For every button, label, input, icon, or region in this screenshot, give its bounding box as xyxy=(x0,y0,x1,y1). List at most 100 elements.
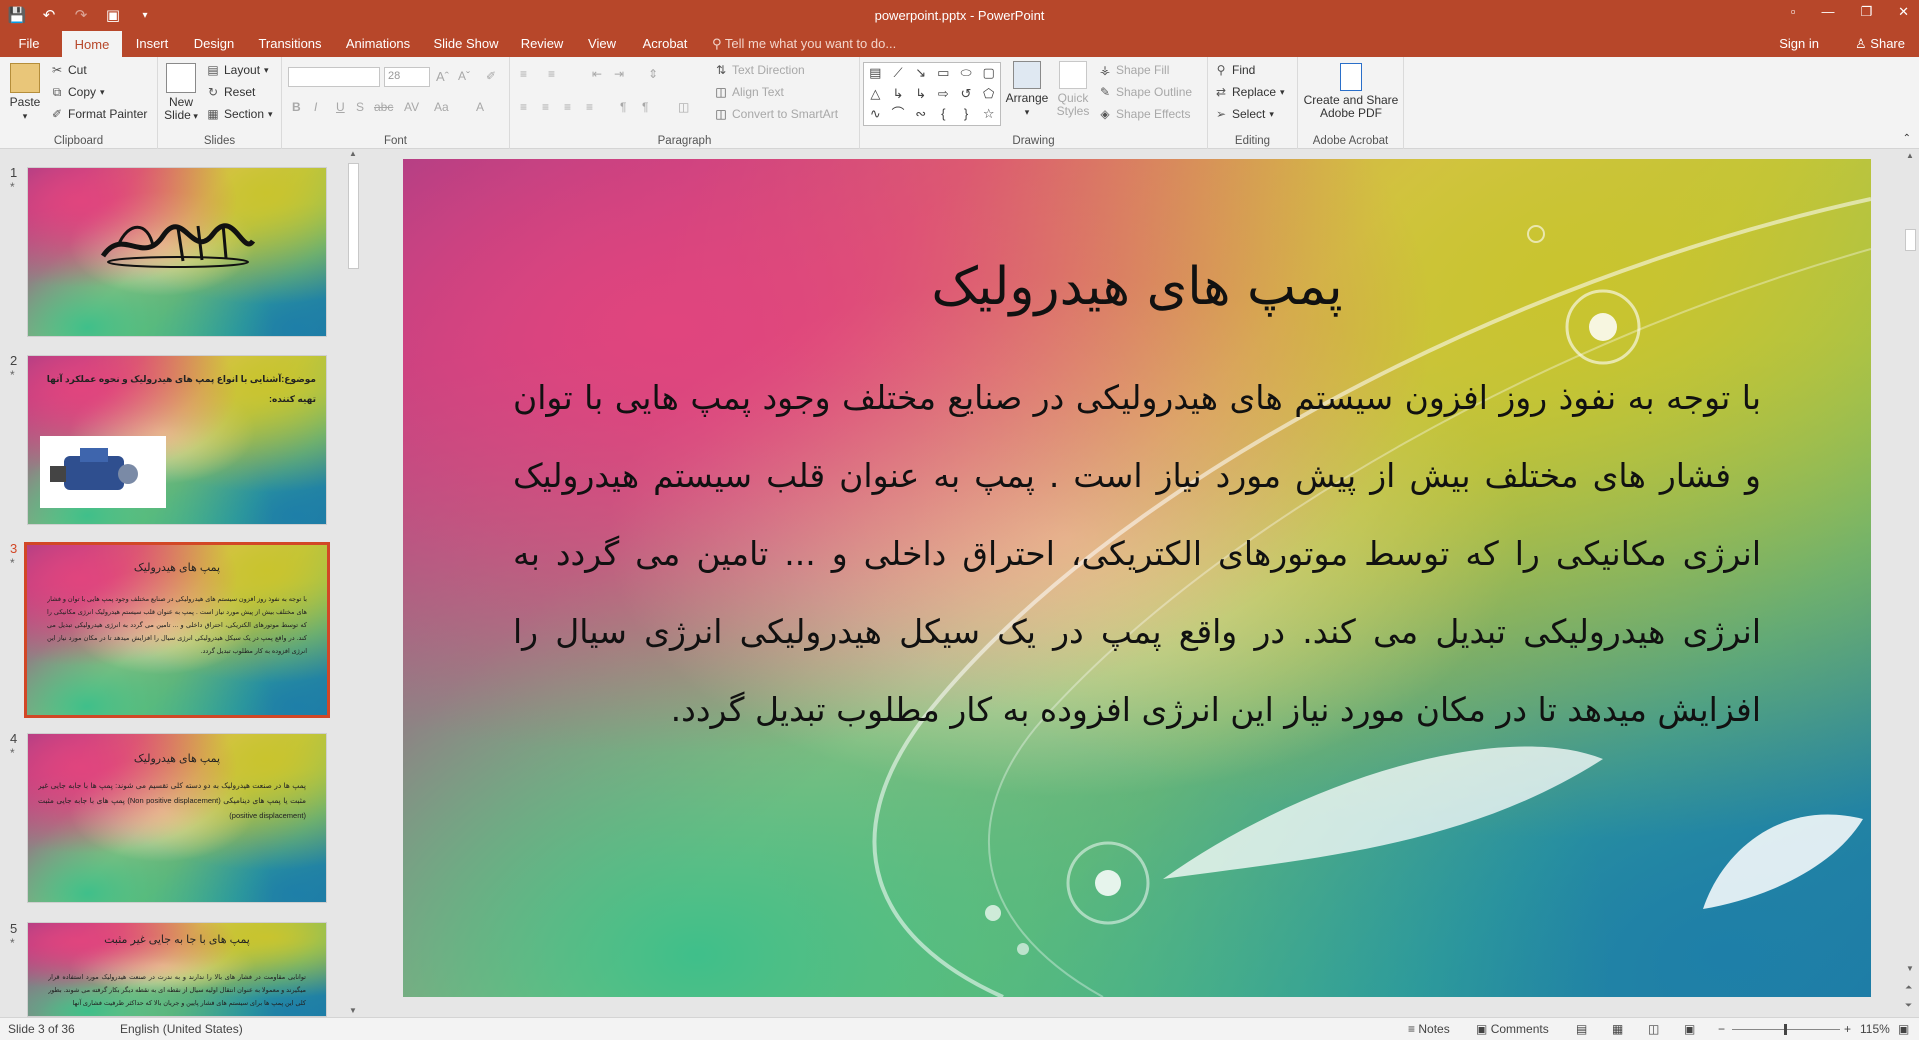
underline-icon[interactable]: U xyxy=(336,100,345,114)
elbow-arrow-shape-icon[interactable]: ↳ xyxy=(909,84,932,105)
bent-arrow-shape-icon[interactable]: ↺ xyxy=(955,84,978,105)
wave-shape-icon[interactable]: ∾ xyxy=(909,104,932,125)
block-arrow-shape-icon[interactable]: ⇨ xyxy=(932,84,955,105)
layout-button[interactable]: ▤ Layout ▾ xyxy=(206,63,268,77)
zoom-slider[interactable] xyxy=(1732,1024,1840,1035)
thumbnail-scrollbar[interactable]: ▲ ▼ xyxy=(346,149,361,1017)
italic-icon[interactable]: I xyxy=(314,100,317,114)
previous-slide-icon[interactable]: ⏶ xyxy=(1905,982,1912,993)
comments-button[interactable]: ▣ Comments xyxy=(1476,1022,1549,1036)
line-spacing-icon[interactable]: ⇕ xyxy=(648,67,658,81)
align-center-icon[interactable]: ≡ xyxy=(542,100,549,114)
font-size-combo[interactable]: 28 xyxy=(384,67,430,87)
zoom-slider-thumb[interactable] xyxy=(1784,1024,1787,1035)
tell-me-box[interactable]: ⚲ Tell me what you want to do... xyxy=(712,31,912,57)
strikethrough-icon[interactable]: abc xyxy=(374,100,393,114)
tab-file[interactable]: File xyxy=(0,31,58,57)
left-brace-shape-icon[interactable]: { xyxy=(932,104,955,125)
slide-scrollbar[interactable]: ▲ ▼ ⏶ ⏷ xyxy=(1902,149,1919,1017)
elbow-shape-icon[interactable]: ↳ xyxy=(887,84,910,105)
tab-animations[interactable]: Animations xyxy=(340,31,416,57)
slide-canvas[interactable]: پمپ های هیدرولیک با توجه به نفوذ روز افز… xyxy=(403,159,1871,997)
collapse-ribbon-icon[interactable]: ⌃ xyxy=(1903,133,1911,144)
quick-styles-button[interactable]: Quick Styles xyxy=(1050,61,1096,118)
slide-body-text[interactable]: با توجه به نفوذ روز افزون سیستم های هیدر… xyxy=(513,359,1761,749)
clear-formatting-icon[interactable]: ✐ xyxy=(486,69,496,83)
justify-icon[interactable]: ≡ xyxy=(586,100,593,114)
font-name-combo[interactable] xyxy=(288,67,380,87)
slideshow-view-icon[interactable]: ▣ xyxy=(1684,1022,1695,1036)
triangle-shape-icon[interactable]: △ xyxy=(864,84,887,105)
shape-fill-button[interactable]: ⚶ Shape Fill xyxy=(1098,63,1169,77)
close-icon[interactable]: ✕ xyxy=(1898,4,1909,20)
decrease-indent-icon[interactable]: ⇤ xyxy=(592,67,602,81)
minimize-icon[interactable]: — xyxy=(1821,4,1834,20)
next-slide-icon[interactable]: ⏷ xyxy=(1905,1000,1912,1011)
tab-insert[interactable]: Insert xyxy=(128,31,176,57)
pentagon-shape-icon[interactable]: ⬠ xyxy=(977,84,1000,105)
tab-home[interactable]: Home xyxy=(62,31,122,57)
bold-icon[interactable]: B xyxy=(292,100,301,114)
tab-acrobat[interactable]: Acrobat xyxy=(636,31,694,57)
scroll-down-icon[interactable]: ▼ xyxy=(349,1006,357,1015)
oval-shape-icon[interactable]: ⬭ xyxy=(955,63,978,84)
columns-icon[interactable]: ◫ xyxy=(678,100,689,114)
increase-indent-icon[interactable]: ⇥ xyxy=(614,67,624,81)
new-slide-button[interactable]: New Slide ▾ xyxy=(162,63,200,123)
shapes-gallery[interactable]: ▤ ⟋ ↘ ▭ ⬭ ▢ △ ↳ ↳ ⇨ ↺ ⬠ ∿ ⌒ ∾{} ☆ xyxy=(863,62,1001,126)
zoom-out-icon[interactable]: − xyxy=(1718,1022,1725,1036)
scroll-up-icon[interactable]: ▲ xyxy=(1906,151,1914,160)
curve-shape-icon[interactable]: ∿ xyxy=(864,104,887,125)
zoom-level[interactable]: 115% xyxy=(1860,1022,1890,1036)
bullets-icon[interactable]: ≡ xyxy=(520,67,527,81)
align-text-button[interactable]: ◫ Align Text xyxy=(714,85,783,99)
slide-title[interactable]: پمپ های هیدرولیک xyxy=(403,257,1871,317)
line-shape-icon[interactable]: ⟋ xyxy=(887,63,910,84)
find-button[interactable]: ⚲ Find xyxy=(1214,63,1256,77)
paste-button[interactable]: Paste ▾ xyxy=(6,63,44,123)
tab-design[interactable]: Design xyxy=(188,31,240,57)
star-shape-icon[interactable]: ☆ xyxy=(977,104,1000,125)
shadow-icon[interactable]: S xyxy=(356,100,364,114)
create-share-pdf-button[interactable]: Create and Share Adobe PDF xyxy=(1302,63,1400,120)
slide-thumbnail-2[interactable]: موضوع:آشنایی با انواع پمپ های هیدرولیک و… xyxy=(27,355,327,525)
ltr-icon[interactable]: ¶ xyxy=(642,100,648,114)
zoom-in-icon[interactable]: + xyxy=(1844,1022,1851,1036)
maximize-icon[interactable]: ❐ xyxy=(1860,4,1872,20)
align-right-icon[interactable]: ≡ xyxy=(564,100,571,114)
arrow-line-shape-icon[interactable]: ↘ xyxy=(909,63,932,84)
arc-shape-icon[interactable]: ⌒ xyxy=(887,104,910,125)
scroll-up-icon[interactable]: ▲ xyxy=(349,149,357,158)
tab-slide-show[interactable]: Slide Show xyxy=(430,31,502,57)
reading-view-icon[interactable]: ◫ xyxy=(1648,1022,1659,1036)
slide-thumbnail-1[interactable] xyxy=(27,167,327,337)
align-left-icon[interactable]: ≡ xyxy=(520,100,527,114)
slide-thumbnail-3[interactable]: پمپ های هیدرولیک با توجه به نفوذ روز افز… xyxy=(24,542,330,718)
convert-smartart-button[interactable]: ◫ Convert to SmartArt xyxy=(714,107,838,121)
select-button[interactable]: ➢ Select ▾ xyxy=(1214,107,1274,121)
language-indicator[interactable]: English (United States) xyxy=(120,1022,243,1036)
shape-effects-button[interactable]: ◈ Shape Effects xyxy=(1098,107,1190,121)
sign-in-link[interactable]: Sign in xyxy=(1779,31,1819,57)
replace-button[interactable]: ⇄ Replace ▾ xyxy=(1214,85,1285,99)
format-painter-button[interactable]: ✐ Format Painter xyxy=(50,107,147,121)
change-case-icon[interactable]: Aa xyxy=(434,100,449,114)
char-spacing-icon[interactable]: AV xyxy=(404,100,419,114)
rectangle-shape-icon[interactable]: ▭ xyxy=(932,63,955,84)
fit-slide-icon[interactable]: ▣ xyxy=(1898,1022,1909,1036)
rtl-icon[interactable]: ¶ xyxy=(620,100,626,114)
arrange-button[interactable]: Arrange ▾ xyxy=(1004,61,1050,119)
cut-button[interactable]: ✂ Cut xyxy=(50,63,87,77)
numbering-icon[interactable]: ≡ xyxy=(548,67,555,81)
font-color-icon[interactable]: A xyxy=(476,100,484,114)
textbox-shape-icon[interactable]: ▤ xyxy=(864,63,887,84)
tab-view[interactable]: View xyxy=(582,31,622,57)
slide-thumbnail-5[interactable]: پمپ های با جا به جایی غیر مثبت توانایی م… xyxy=(27,922,327,1017)
shrink-font-icon[interactable]: Aˇ xyxy=(458,69,470,83)
scroll-down-icon[interactable]: ▼ xyxy=(1906,964,1914,973)
grow-font-icon[interactable]: Aˆ xyxy=(436,69,449,84)
scrollbar-thumb[interactable] xyxy=(1905,229,1916,251)
section-button[interactable]: ▦ Section ▾ xyxy=(206,107,272,121)
copy-button[interactable]: ⧉ Copy ▾ xyxy=(50,85,105,99)
notes-button[interactable]: ≡ Notes xyxy=(1408,1022,1450,1036)
